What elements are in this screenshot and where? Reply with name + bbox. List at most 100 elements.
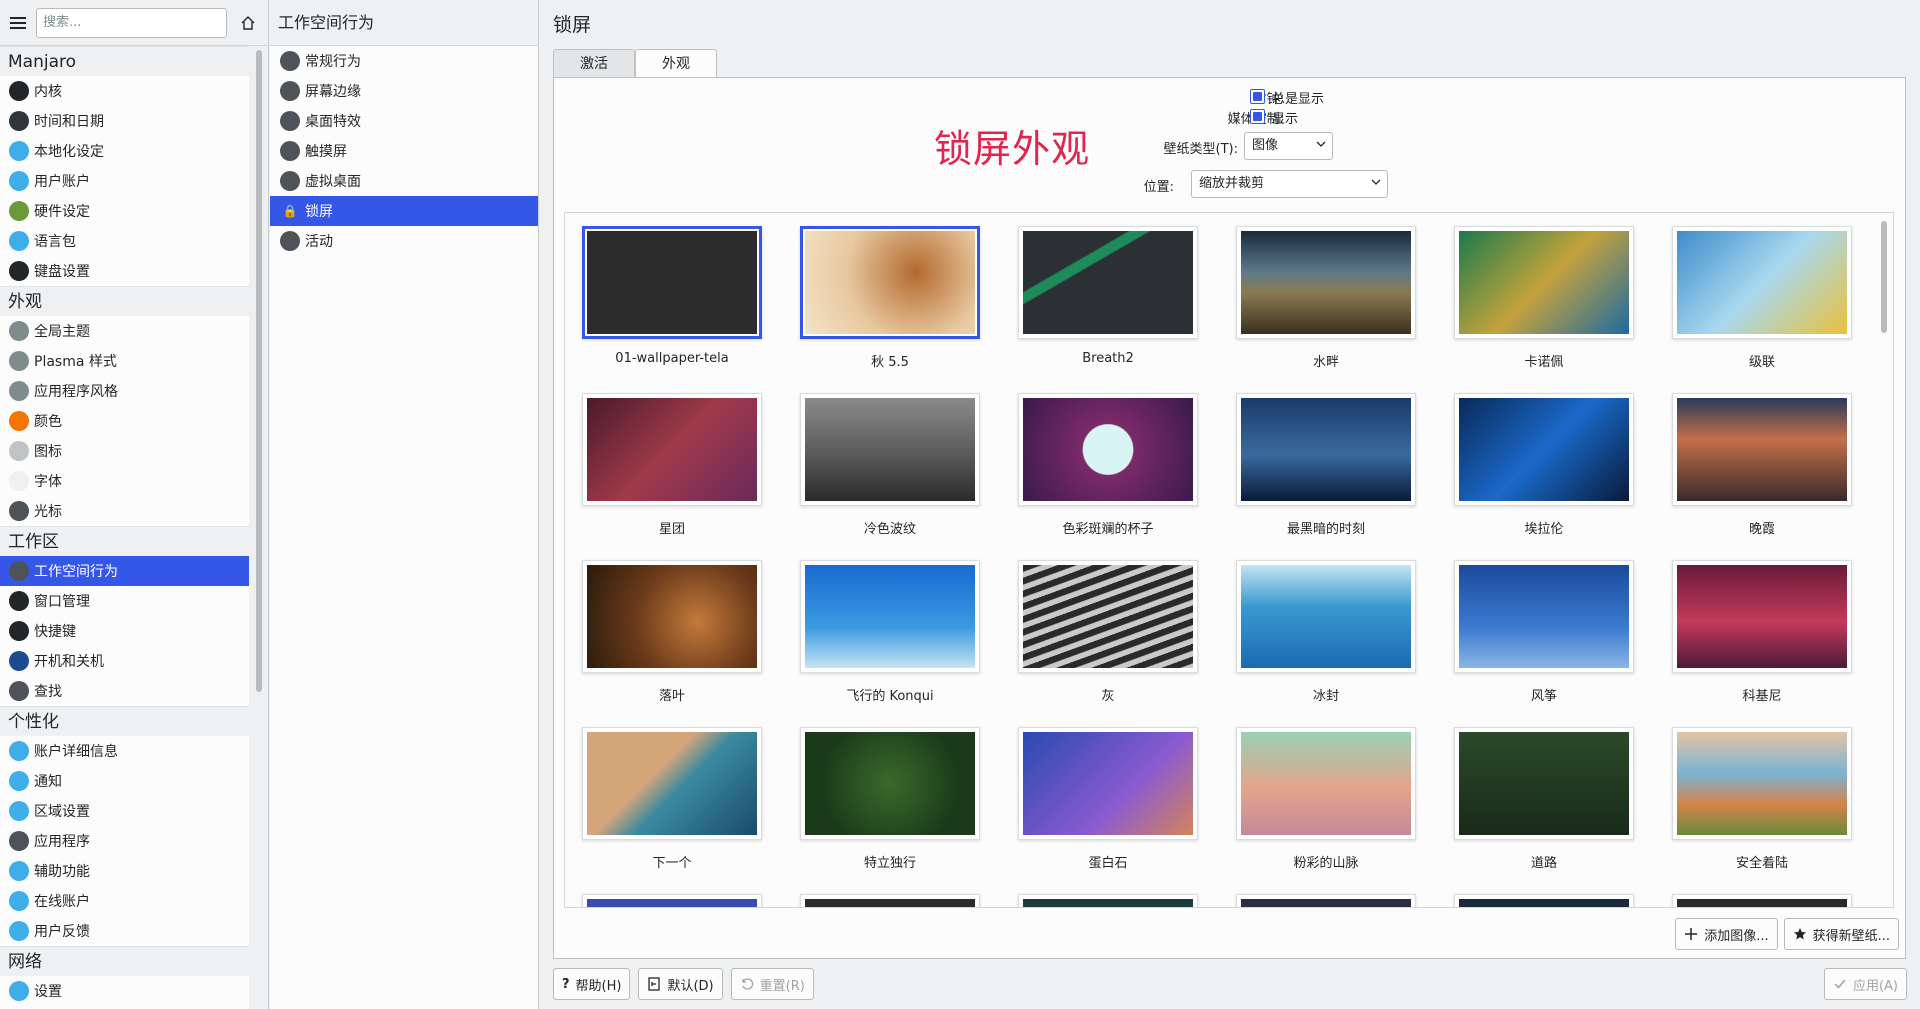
- wallpaper-preview[interactable]: [1672, 393, 1852, 506]
- search-input[interactable]: [36, 7, 227, 38]
- sidebar-scrollbar[interactable]: [256, 50, 262, 692]
- sidebar-item[interactable]: 内核: [0, 76, 249, 106]
- wallpaper-preview[interactable]: [1672, 894, 1852, 907]
- sidebar-item[interactable]: 全局主题: [0, 316, 249, 346]
- subcategory-item[interactable]: 常规行为: [270, 46, 538, 76]
- sidebar-item[interactable]: 用户账户: [0, 166, 249, 196]
- wallpaper-thumbnail[interactable]: 水畔: [1236, 226, 1416, 370]
- wallpaper-thumbnail[interactable]: 埃拉伦: [1454, 393, 1634, 537]
- wallpaper-preview[interactable]: [1454, 560, 1634, 673]
- wallpaper-thumbnail[interactable]: 飞行的 Konqui: [800, 560, 980, 704]
- wallpaper-preview[interactable]: [800, 727, 980, 840]
- subcategory-item[interactable]: 🔒 锁屏: [270, 196, 538, 226]
- sidebar-item[interactable]: 光标: [0, 496, 249, 526]
- sidebar-item[interactable]: 辅助功能: [0, 856, 249, 886]
- defaults-button[interactable]: 默认(D): [638, 968, 723, 1000]
- wallpaper-thumbnail[interactable]: 下一个: [582, 727, 762, 871]
- sidebar-item[interactable]: 键盘设置: [0, 256, 249, 286]
- sidebar-item[interactable]: 硬件设定: [0, 196, 249, 226]
- wallpaper-preview[interactable]: [1018, 393, 1198, 506]
- sidebar-item[interactable]: 图标: [0, 436, 249, 466]
- wallpaper-preview[interactable]: [1018, 727, 1198, 840]
- wallpaper-preview[interactable]: [1018, 894, 1198, 907]
- wallpaper-thumbnail[interactable]: [1236, 894, 1416, 907]
- wallpaper-thumbnail[interactable]: [1454, 894, 1634, 907]
- wallpaper-thumbnail[interactable]: 安全着陆: [1672, 727, 1852, 871]
- sidebar-item[interactable]: 时间和日期: [0, 106, 249, 136]
- sidebar-item[interactable]: 用户反馈: [0, 916, 249, 946]
- wallpaper-thumbnail[interactable]: 蛋白石: [1018, 727, 1198, 871]
- sidebar-item[interactable]: 开机和关机: [0, 646, 249, 676]
- sidebar-item[interactable]: 应用程序: [0, 826, 249, 856]
- wallpaper-preview[interactable]: [582, 894, 762, 907]
- sidebar-item[interactable]: 应用程序风格: [0, 376, 249, 406]
- wallpaper-thumbnail[interactable]: [582, 894, 762, 907]
- wallpaper-thumbnail[interactable]: 最黑暗的时刻: [1236, 393, 1416, 537]
- get-new-wallpapers-button[interactable]: 获得新壁纸...: [1783, 918, 1899, 950]
- wallpaper-preview[interactable]: [800, 226, 980, 339]
- wallpaper-preview[interactable]: [1236, 226, 1416, 339]
- wallpaper-thumbnail[interactable]: [800, 894, 980, 907]
- wallpaper-thumbnail[interactable]: 道路: [1454, 727, 1634, 871]
- sidebar-item[interactable]: 工作空间行为: [0, 556, 249, 586]
- wallpaper-preview[interactable]: [582, 727, 762, 840]
- media-control-checkbox[interactable]: [1250, 109, 1265, 124]
- wallpaper-preview[interactable]: [1672, 560, 1852, 673]
- subcategory-item[interactable]: 屏幕边缘: [270, 76, 538, 106]
- subcategory-item[interactable]: 虚拟桌面: [270, 166, 538, 196]
- sidebar-item[interactable]: 字体: [0, 466, 249, 496]
- sidebar-item[interactable]: 颜色: [0, 406, 249, 436]
- sidebar-item[interactable]: 语言包: [0, 226, 249, 256]
- wallpaper-thumbnail[interactable]: 色彩斑斓的杯子: [1018, 393, 1198, 537]
- hamburger-menu-icon[interactable]: [6, 11, 30, 35]
- sidebar-item[interactable]: 本地化设定: [0, 136, 249, 166]
- clock-checkbox[interactable]: [1250, 89, 1265, 104]
- sidebar-item[interactable]: 区域设置: [0, 796, 249, 826]
- wallpaper-preview[interactable]: [1236, 894, 1416, 907]
- wallpaper-preview[interactable]: [1018, 560, 1198, 673]
- sidebar-item[interactable]: 账户详细信息: [0, 736, 249, 766]
- wallpaper-thumbnail[interactable]: 风筝: [1454, 560, 1634, 704]
- wallpaper-preview[interactable]: [1672, 226, 1852, 339]
- wallpaper-thumbnail[interactable]: 冰封: [1236, 560, 1416, 704]
- wallpaper-preview[interactable]: [1454, 226, 1634, 339]
- wallpaper-type-select[interactable]: 图像: [1244, 132, 1333, 160]
- wallpaper-preview[interactable]: [1454, 894, 1634, 907]
- wallpaper-thumbnail[interactable]: 粉彩的山脉: [1236, 727, 1416, 871]
- wallpaper-grid-scrollbar[interactable]: [1881, 221, 1887, 333]
- tab-activation[interactable]: 激活: [553, 49, 635, 77]
- wallpaper-thumbnail[interactable]: 落叶: [582, 560, 762, 704]
- wallpaper-preview[interactable]: [1018, 226, 1198, 339]
- subcategory-item[interactable]: 触摸屏: [270, 136, 538, 166]
- wallpaper-preview[interactable]: [800, 894, 980, 907]
- wallpaper-preview[interactable]: [800, 393, 980, 506]
- wallpaper-thumbnail[interactable]: 秋 5.5: [800, 226, 980, 370]
- sidebar-item[interactable]: 快捷键: [0, 616, 249, 646]
- wallpaper-thumbnail[interactable]: [1672, 894, 1852, 907]
- wallpaper-thumbnail[interactable]: 科基尼: [1672, 560, 1852, 704]
- clock-option-label[interactable]: 总是显示: [1272, 88, 1324, 107]
- sidebar-item[interactable]: 设置: [0, 976, 249, 1006]
- wallpaper-thumbnail[interactable]: [1018, 894, 1198, 907]
- wallpaper-preview[interactable]: [1454, 393, 1634, 506]
- sidebar-item[interactable]: 窗口管理: [0, 586, 249, 616]
- sidebar-item[interactable]: 查找: [0, 676, 249, 706]
- subcategory-item[interactable]: 桌面特效: [270, 106, 538, 136]
- wallpaper-preview[interactable]: [800, 560, 980, 673]
- media-control-option-label[interactable]: 显示: [1272, 108, 1298, 127]
- sidebar-item[interactable]: 通知: [0, 766, 249, 796]
- wallpaper-thumbnail[interactable]: 卡诺佩: [1454, 226, 1634, 370]
- wallpaper-thumbnail[interactable]: 特立独行: [800, 727, 980, 871]
- add-image-button[interactable]: 添加图像...: [1675, 918, 1778, 950]
- wallpaper-preview[interactable]: [582, 560, 762, 673]
- wallpaper-preview[interactable]: [1236, 727, 1416, 840]
- wallpaper-thumbnail[interactable]: Breath2: [1018, 226, 1198, 366]
- wallpaper-thumbnail[interactable]: 灰: [1018, 560, 1198, 704]
- sidebar-item[interactable]: 在线账户: [0, 886, 249, 916]
- position-select[interactable]: 缩放并裁剪: [1191, 170, 1388, 198]
- reset-button[interactable]: 重置(R): [730, 968, 814, 1000]
- subcategory-item[interactable]: 活动: [270, 226, 538, 256]
- wallpaper-thumbnail[interactable]: 冷色波纹: [800, 393, 980, 537]
- wallpaper-thumbnail[interactable]: 星团: [582, 393, 762, 537]
- wallpaper-preview[interactable]: [1236, 560, 1416, 673]
